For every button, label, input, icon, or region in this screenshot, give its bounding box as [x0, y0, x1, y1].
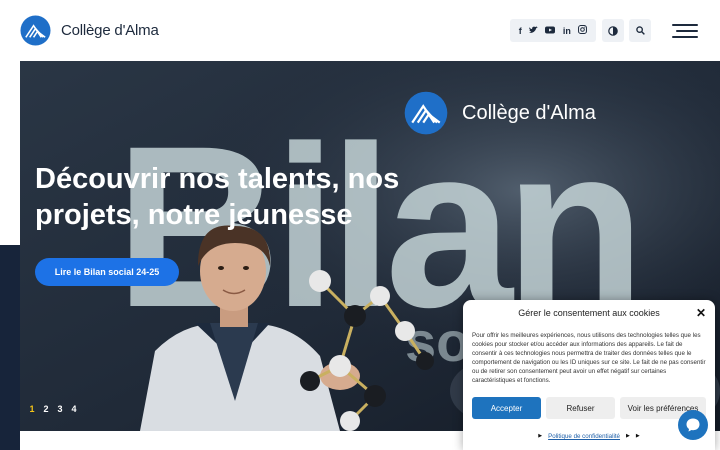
slide-dot-4[interactable]: 4 [67, 404, 81, 414]
social-links: f in [510, 19, 596, 42]
linkedin-icon[interactable]: in [563, 26, 571, 36]
hero-brand-overlay: Collège d'Alma [404, 91, 596, 135]
cookie-consent-dialog: Gérer le consentement aux cookies ✕ Pour… [463, 300, 715, 450]
hero-side-band [0, 245, 20, 450]
privacy-policy-link[interactable]: Politique de confidentialité [548, 433, 620, 440]
search-button[interactable] [629, 19, 651, 42]
caret-right-icon: ▶ [626, 433, 630, 439]
hero-brand-text: Collège d'Alma [462, 101, 596, 124]
refuse-cookies-button[interactable]: Refuser [546, 397, 615, 419]
contrast-icon [608, 25, 618, 36]
college-logo-icon [404, 91, 448, 135]
college-logo-icon [20, 15, 51, 46]
cookie-links: ▶ Politique de confidentialité ▶ ▶ [463, 433, 715, 440]
slide-dot-2[interactable]: 2 [39, 404, 53, 414]
logo-text: Collège d'Alma [61, 22, 159, 39]
contrast-toggle-button[interactable] [602, 19, 624, 42]
slide-dot-1[interactable]: 1 [25, 404, 39, 414]
cookie-dialog-title: Gérer le consentement aux cookies [518, 308, 660, 318]
accept-cookies-button[interactable]: Accepter [472, 397, 541, 419]
instagram-icon[interactable] [578, 25, 588, 36]
close-icon[interactable]: ✕ [696, 306, 706, 320]
chat-button[interactable] [678, 410, 708, 440]
cookie-dialog-text: Pour offrir les meilleures expériences, … [472, 332, 706, 384]
read-report-button[interactable]: Lire le Bilan social 24-25 [35, 258, 179, 286]
facebook-icon[interactable]: f [519, 26, 522, 36]
hamburger-menu-icon[interactable] [672, 24, 698, 38]
caret-right-icon: ▶ [635, 433, 640, 439]
search-icon [635, 26, 645, 35]
hero-title: Découvrir nos talents, nos projets, notr… [35, 163, 400, 231]
svg-text:so: so [405, 310, 470, 373]
twitter-icon[interactable] [529, 25, 539, 36]
page: Collège d'Alma f in Bilan so Collège d'A… [0, 0, 720, 450]
slide-dot-3[interactable]: 3 [53, 404, 67, 414]
site-logo[interactable]: Collège d'Alma [20, 15, 159, 46]
slider-pagination: 1 2 3 4 [25, 404, 81, 414]
site-header: Collège d'Alma f in [0, 0, 720, 60]
chat-bubble-icon [686, 418, 700, 432]
caret-right-icon: ▶ [538, 433, 543, 439]
youtube-icon[interactable] [545, 26, 556, 36]
